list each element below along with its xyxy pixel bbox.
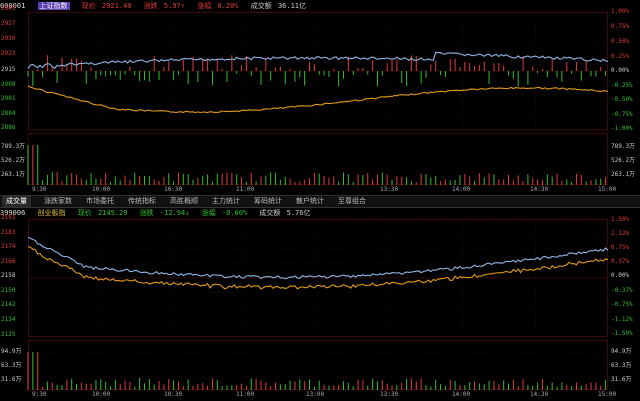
intraday-chart-layer [27,11,609,390]
